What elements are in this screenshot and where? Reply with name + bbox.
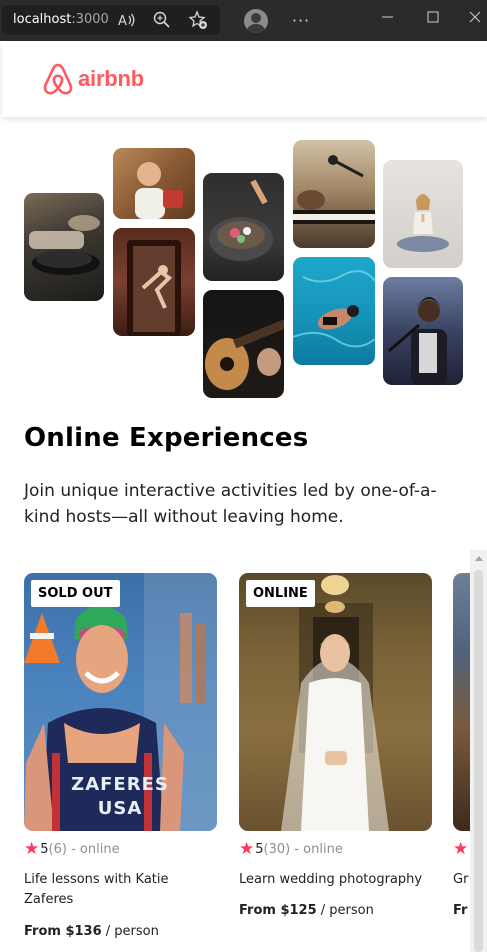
experience-cards: ZAFERES USA SOLD OUT ★ 5 (6) - online Li… xyxy=(0,573,470,952)
location-label: - online xyxy=(66,841,120,857)
page-title: Online Experiences xyxy=(24,423,309,453)
svg-text:A: A xyxy=(118,14,127,28)
card-title: Learn wedding photography xyxy=(239,872,423,887)
scroll-up-icon[interactable] xyxy=(475,556,483,561)
card-image: ZAFERES USA SOLD OUT xyxy=(24,573,217,831)
card-price: Fr xyxy=(453,903,468,918)
photo-food-bowl xyxy=(203,173,284,281)
card-rating: ★ 5 (30) - online xyxy=(239,839,343,859)
card-title: Gr xyxy=(453,872,469,887)
browser-toolbar: localhost:3000 A ··· xyxy=(0,0,487,41)
page-subtitle: Join unique interactive activities led b… xyxy=(24,481,437,527)
star-icon: ★ xyxy=(24,839,40,859)
card-rating: ★ 5 (6) - online xyxy=(24,839,120,859)
status-badge: SOLD OUT xyxy=(31,580,120,607)
photo-woman-cooking xyxy=(113,148,195,219)
minimize-icon[interactable] xyxy=(375,6,401,28)
card-rating: ★ xyxy=(453,839,469,859)
rating-value: 5 xyxy=(255,841,264,857)
status-badge: ONLINE xyxy=(246,580,315,607)
photo-guitar xyxy=(203,290,284,398)
scrollbar-thumb[interactable] xyxy=(474,570,483,952)
more-icon[interactable]: ··· xyxy=(290,9,312,31)
location-label: - online xyxy=(290,841,343,857)
profile-avatar[interactable] xyxy=(244,9,268,33)
card-image-text: ZAFERES USA xyxy=(71,774,169,819)
card-price: From $125 / person xyxy=(239,903,374,918)
photo-piano-singer xyxy=(293,140,375,248)
star-icon: ★ xyxy=(239,839,255,859)
card-price: From $136 / person xyxy=(24,924,159,939)
navbar: airbnb xyxy=(2,41,487,117)
favorites-icon[interactable] xyxy=(187,9,209,31)
card-image: ONLINE xyxy=(239,573,432,831)
photo-cooking xyxy=(24,193,104,301)
photo-yoga xyxy=(383,160,463,268)
airbnb-logo-text: airbnb xyxy=(78,66,145,91)
close-icon[interactable] xyxy=(462,6,487,28)
photo-singer xyxy=(383,277,463,385)
review-count: (6) xyxy=(48,841,67,857)
card-title: Life lessons with Katie Zaferes xyxy=(24,872,169,907)
vertical-scrollbar[interactable] xyxy=(470,550,487,952)
url-text: localhost:3000 xyxy=(13,12,109,27)
maximize-icon[interactable] xyxy=(420,6,446,28)
zoom-icon[interactable] xyxy=(151,9,173,31)
airbnb-logo-icon xyxy=(43,63,73,95)
card-image xyxy=(453,573,470,831)
rating-value: 5 xyxy=(40,841,49,857)
read-aloud-icon[interactable]: A xyxy=(116,9,138,31)
photo-dancer xyxy=(113,228,195,336)
airbnb-logo[interactable]: airbnb xyxy=(42,62,144,96)
star-icon: ★ xyxy=(453,839,469,859)
photo-swimmer xyxy=(293,257,375,365)
review-count: (30) xyxy=(263,841,291,857)
